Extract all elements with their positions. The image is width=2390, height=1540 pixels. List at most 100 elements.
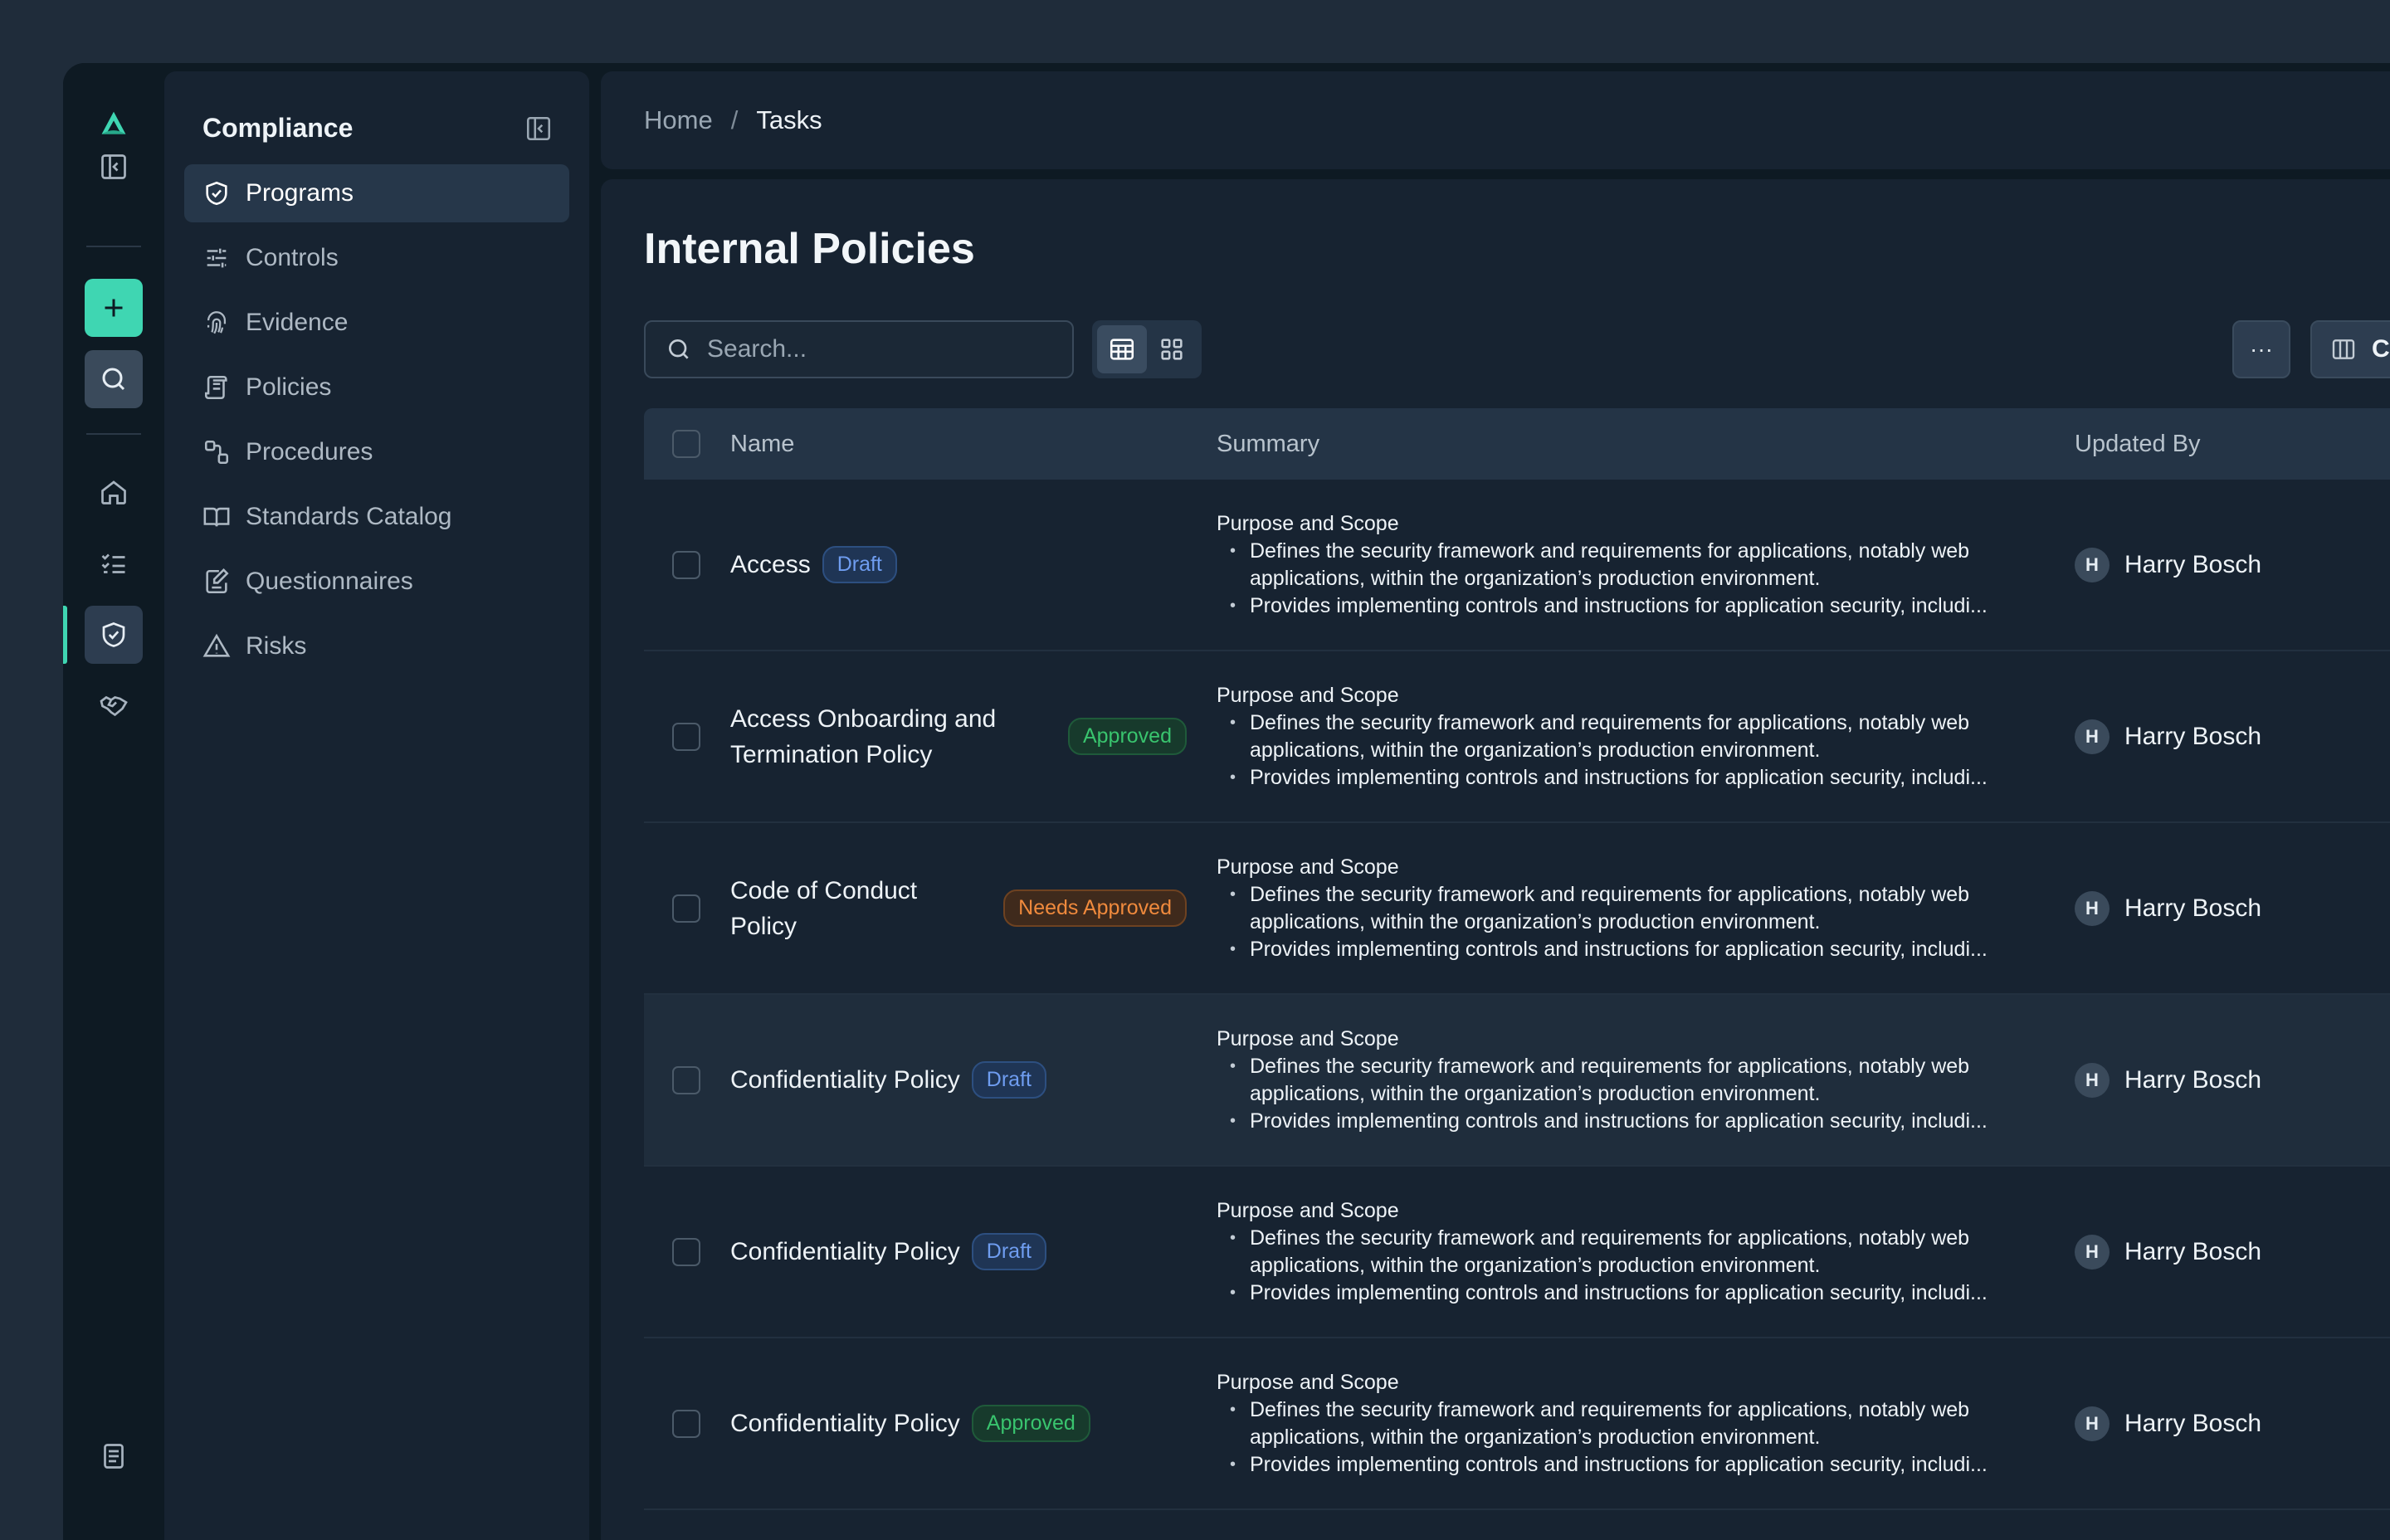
table-row[interactable]: Code of Conduct Policy Needs Approved Pu… (644, 823, 2390, 995)
updated-by-name: Harry Bosch (2124, 1409, 2262, 1437)
sidebar-title: Compliance (202, 113, 354, 143)
policy-name[interactable]: Confidentiality Policy (730, 1234, 960, 1270)
row-checkbox[interactable] (672, 722, 700, 751)
avatar: H (2075, 1062, 2110, 1098)
breadcrumb-home-link[interactable]: Home (644, 105, 713, 135)
summary-bullet: Provides implementing controls and instr… (1217, 1108, 2030, 1135)
breadcrumb-current: Tasks (756, 105, 822, 134)
workflow-icon (202, 438, 231, 466)
row-checkbox[interactable] (672, 1409, 700, 1438)
policy-name[interactable]: Access (730, 547, 811, 582)
summary-bullet: Provides implementing controls and instr… (1217, 764, 2030, 792)
sidebar-item-evidence[interactable]: Evidence (184, 294, 569, 352)
column-header-summary[interactable]: Summary (1217, 431, 2075, 458)
column-header-name[interactable]: Name (730, 431, 1217, 458)
columns-icon (2332, 339, 2355, 359)
sidebar-item-label: Policies (246, 373, 332, 401)
scroll-icon (202, 373, 231, 402)
breadcrumb: Home / Tasks (601, 71, 2390, 169)
summary-title: Purpose and Scope (1217, 1371, 1399, 1394)
columns-button[interactable]: Columns (2310, 320, 2390, 378)
main-content: Internal Policies ··· Columns Name Summa (601, 179, 2390, 1540)
summary-title: Purpose and Scope (1217, 855, 1399, 879)
sidebar-item-risks[interactable]: Risks (184, 617, 569, 675)
table-row[interactable]: Confidentiality Policy Draft Purpose and… (644, 1167, 2390, 1338)
grid-icon (1161, 339, 1183, 360)
columns-button-label: Columns (2372, 335, 2390, 363)
search-field[interactable] (644, 320, 1074, 378)
summary-bullet: Defines the security framework and requi… (1217, 1225, 2030, 1279)
status-badge: Draft (822, 546, 897, 583)
compliance-sidebar: Compliance Programs Controls Evidence Po… (164, 71, 589, 1540)
warning-triangle-icon (202, 632, 231, 660)
global-search-button[interactable] (85, 350, 143, 408)
avatar: H (2075, 547, 2110, 582)
table-row[interactable]: Confidentiality Policy Draft Purpose and… (644, 995, 2390, 1167)
updated-by-name: Harry Bosch (2124, 1065, 2262, 1094)
table-row[interactable]: Access Onboarding and Termination Policy… (644, 651, 2390, 823)
updated-by-name: Harry Bosch (2124, 722, 2262, 750)
sidebar-item-questionnaires[interactable]: Questionnaires (184, 553, 569, 611)
rail-tasks-button[interactable] (85, 534, 143, 592)
summary-title: Purpose and Scope (1217, 1199, 1399, 1222)
sliders-icon (202, 244, 231, 272)
policy-name[interactable]: Confidentiality Policy (730, 1062, 960, 1098)
status-badge: Draft (971, 1233, 1046, 1270)
collapse-rail-icon[interactable] (85, 138, 143, 196)
search-input[interactable] (707, 335, 1056, 363)
create-new-button[interactable] (85, 279, 143, 337)
sidebar-collapse-icon[interactable] (524, 115, 553, 143)
sidebar-item-standards-catalog[interactable]: Standards Catalog (184, 488, 569, 546)
row-checkbox[interactable] (672, 1065, 700, 1094)
grid-view-button[interactable] (1147, 325, 1197, 373)
summary-title: Purpose and Scope (1217, 512, 1399, 535)
summary-bullet: Defines the security framework and requi… (1217, 1396, 2030, 1451)
shield-check-icon (102, 622, 125, 647)
rail-compliance-button[interactable] (85, 606, 143, 664)
updated-by-name: Harry Bosch (2124, 550, 2262, 578)
avatar: H (2075, 1234, 2110, 1270)
table-icon (1110, 339, 1134, 360)
policy-name[interactable]: Confidentiality Policy (730, 1406, 960, 1441)
row-checkbox[interactable] (672, 550, 700, 579)
sidebar-item-procedures[interactable]: Procedures (184, 423, 569, 481)
updated-by-name: Harry Bosch (2124, 1237, 2262, 1265)
sidebar-item-controls[interactable]: Controls (184, 229, 569, 287)
document-icon (104, 1444, 124, 1469)
select-all-checkbox[interactable] (672, 430, 700, 458)
row-checkbox[interactable] (672, 894, 700, 923)
summary-bullet: Defines the security framework and requi… (1217, 709, 2030, 764)
policies-table: Name Summary Updated By Access Draft Pur… (644, 408, 2390, 1510)
search-icon (102, 368, 125, 391)
sidebar-item-label: Controls (246, 244, 339, 271)
sidebar-nav: Programs Controls Evidence Policies Proc… (184, 164, 569, 682)
summary-bullet: Provides implementing controls and instr… (1217, 1451, 2030, 1479)
search-icon (669, 339, 689, 359)
policy-name[interactable]: Access Onboarding and Termination Policy (730, 701, 1004, 772)
status-badge: Approved (971, 1405, 1090, 1442)
more-options-button[interactable]: ··· (2232, 320, 2290, 378)
icon-rail (63, 63, 163, 1540)
checklist-icon (101, 553, 125, 573)
rail-vendors-button[interactable] (85, 677, 143, 735)
row-checkbox[interactable] (672, 1237, 700, 1266)
book-open-icon (202, 503, 231, 531)
table-row[interactable]: Access Draft Purpose and Scope Defines t… (644, 480, 2390, 651)
summary-bullet: Defines the security framework and requi… (1217, 881, 2030, 936)
avatar: H (2075, 719, 2110, 754)
column-header-updated-by[interactable]: Updated By (2075, 431, 2390, 458)
rail-docs-button[interactable] (85, 1427, 143, 1485)
sidebar-item-label: Questionnaires (246, 568, 413, 595)
view-toggle (1092, 320, 1202, 378)
sidebar-item-policies[interactable]: Policies (184, 358, 569, 417)
summary-title: Purpose and Scope (1217, 1027, 1399, 1050)
sidebar-item-programs[interactable]: Programs (184, 164, 569, 222)
table-row[interactable]: Confidentiality Policy Approved Purpose … (644, 1338, 2390, 1510)
summary-title: Purpose and Scope (1217, 684, 1399, 707)
table-view-button[interactable] (1097, 325, 1147, 373)
sidebar-item-label: Standards Catalog (246, 503, 452, 530)
rail-home-button[interactable] (85, 463, 143, 521)
app-window: Compliance Programs Controls Evidence Po… (63, 63, 2390, 1540)
status-badge: Draft (971, 1061, 1046, 1099)
policy-name[interactable]: Code of Conduct Policy (730, 873, 929, 944)
